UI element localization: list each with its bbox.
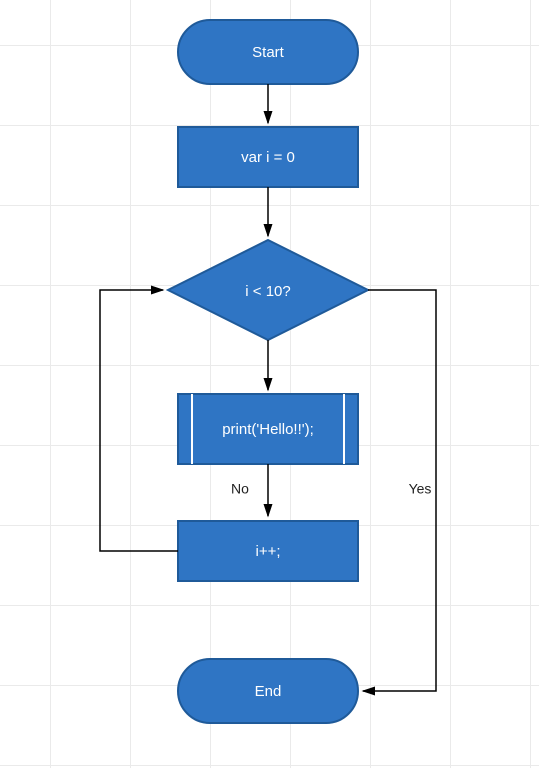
node-increment-label: i++; <box>255 543 280 560</box>
node-increment[interactable]: i++; <box>178 521 358 581</box>
node-init-label: var i = 0 <box>241 149 295 166</box>
node-print[interactable]: print('Hello!!'); <box>178 394 358 464</box>
node-end-label: End <box>255 683 282 700</box>
node-end[interactable]: End <box>178 659 358 723</box>
edge-loop-back <box>100 290 178 551</box>
node-start[interactable]: Start <box>178 20 358 84</box>
flowchart-svg: Start var i = 0 i < 10? print('Hello!!')… <box>0 0 539 768</box>
node-condition[interactable]: i < 10? <box>168 240 368 340</box>
edge-no-label: No <box>231 481 249 497</box>
node-print-label: print('Hello!!'); <box>222 421 314 438</box>
edge-yes-label: Yes <box>409 481 432 497</box>
node-init[interactable]: var i = 0 <box>178 127 358 187</box>
node-condition-label: i < 10? <box>245 283 290 300</box>
node-start-label: Start <box>252 44 285 61</box>
